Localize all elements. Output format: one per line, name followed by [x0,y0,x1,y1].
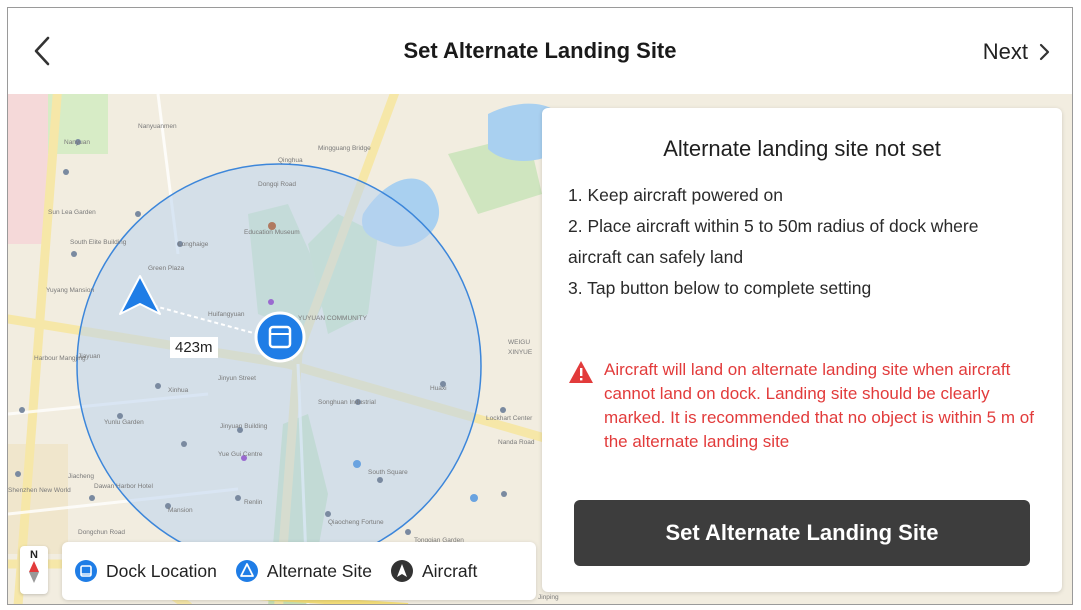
next-button[interactable]: Next [983,39,1050,65]
svg-text:Jinyuan Building: Jinyuan Building [220,423,268,430]
svg-text:Huaxi: Huaxi [430,385,447,392]
map-legend: Dock Location Alternate Site Aircraft [62,542,536,600]
page-title: Set Alternate Landing Site [403,38,677,63]
dock-marker[interactable] [254,311,306,363]
svg-text:Nanyuan: Nanyuan [64,139,90,146]
distance-label: 423m [170,337,218,358]
svg-text:WEIGU: WEIGU [508,339,530,346]
svg-text:Renlin: Renlin [244,499,263,506]
dock-icon [75,560,97,582]
aircraft-marker-icon [119,275,161,315]
svg-text:Harbour Mangjing: Harbour Mangjing [34,355,86,362]
svg-text:Nanda Road: Nanda Road [498,439,535,446]
svg-text:Dongchun Road: Dongchun Road [78,529,125,536]
svg-text:Yunlu Garden: Yunlu Garden [104,419,144,426]
compass-needle-icon [29,561,39,583]
svg-text:Yuyang Mansion: Yuyang Mansion [46,287,94,294]
svg-text:Xinhua: Xinhua [168,387,189,394]
instruction-step: 3. Tap button below to complete setting [568,278,872,298]
svg-text:Education Museum: Education Museum [244,229,300,236]
svg-text:Dawan Harbor Hotel: Dawan Harbor Hotel [94,483,153,490]
svg-text:Jinping: Jinping [538,594,559,601]
warning-text: Aircraft will land on alternate landing … [604,360,1034,451]
set-alternate-landing-site-button[interactable]: Set Alternate Landing Site [574,500,1030,566]
svg-text:XINYUE: XINYUE [508,349,533,356]
svg-text:Sun Lea Garden: Sun Lea Garden [48,209,96,216]
info-panel: Alternate landing site not set 1. Keep a… [542,108,1062,592]
svg-text:Green Plaza: Green Plaza [148,265,185,272]
svg-text:Qinghua: Qinghua [278,157,303,164]
svg-text:Dongqi Road: Dongqi Road [258,181,296,188]
next-label: Next [982,39,1028,64]
svg-text:Nanyuanmen: Nanyuanmen [138,123,177,130]
dock-icon [254,311,306,363]
svg-text:Mingguang Bridge: Mingguang Bridge [318,145,371,152]
legend-aircraft: Aircraft [390,559,477,583]
aircraft-arrow-icon [390,560,413,582]
compass[interactable]: N [20,546,48,594]
svg-text:Qiaocheng Fortune: Qiaocheng Fortune [328,519,384,526]
chevron-right-icon [1039,43,1050,61]
instruction-list: 1. Keep aircraft powered on 2. Place air… [568,180,1048,304]
app-frame: Set Alternate Landing Site Next Nanyuanm… [7,7,1073,605]
svg-text:Lockhart Center: Lockhart Center [486,415,533,422]
panel-title: Alternate landing site not set [663,136,941,161]
warning-block: Aircraft will land on alternate landing … [568,358,1038,454]
instruction-step: 2. Place aircraft within 5 to 50m radius… [568,216,979,236]
svg-text:YUYUAN COMMUNITY: YUYUAN COMMUNITY [298,315,368,322]
legend-aircraft-label: Aircraft [421,560,478,581]
svg-text:Yue Gui Centre: Yue Gui Centre [218,451,263,458]
alternate-site-icon [235,560,258,582]
instruction-step: 1. Keep aircraft powered on [568,185,783,205]
legend-dock-label: Dock Location [106,560,217,581]
svg-text:Songhuan Industrial: Songhuan Industrial [318,399,376,406]
svg-text:South Elite Building: South Elite Building [70,239,127,246]
warning-triangle-icon [569,361,593,383]
svg-text:Shenzhen New World: Shenzhen New World [8,487,71,494]
legend-dock: Dock Location [74,559,217,583]
instruction-step: aircraft can safely land [568,247,744,267]
svg-text:Jiacheng: Jiacheng [68,473,94,480]
svg-text:Longhaige: Longhaige [178,241,209,248]
header: Set Alternate Landing Site Next [8,8,1072,94]
svg-text:Mansion: Mansion [168,507,193,514]
compass-north-label: N [30,549,38,561]
svg-text:Jinyun Street: Jinyun Street [218,375,256,382]
legend-alternate: Alternate Site [235,559,372,583]
svg-text:South Square: South Square [368,469,408,476]
legend-alternate-label: Alternate Site [266,560,372,581]
svg-text:Huifangyuan: Huifangyuan [208,311,245,318]
